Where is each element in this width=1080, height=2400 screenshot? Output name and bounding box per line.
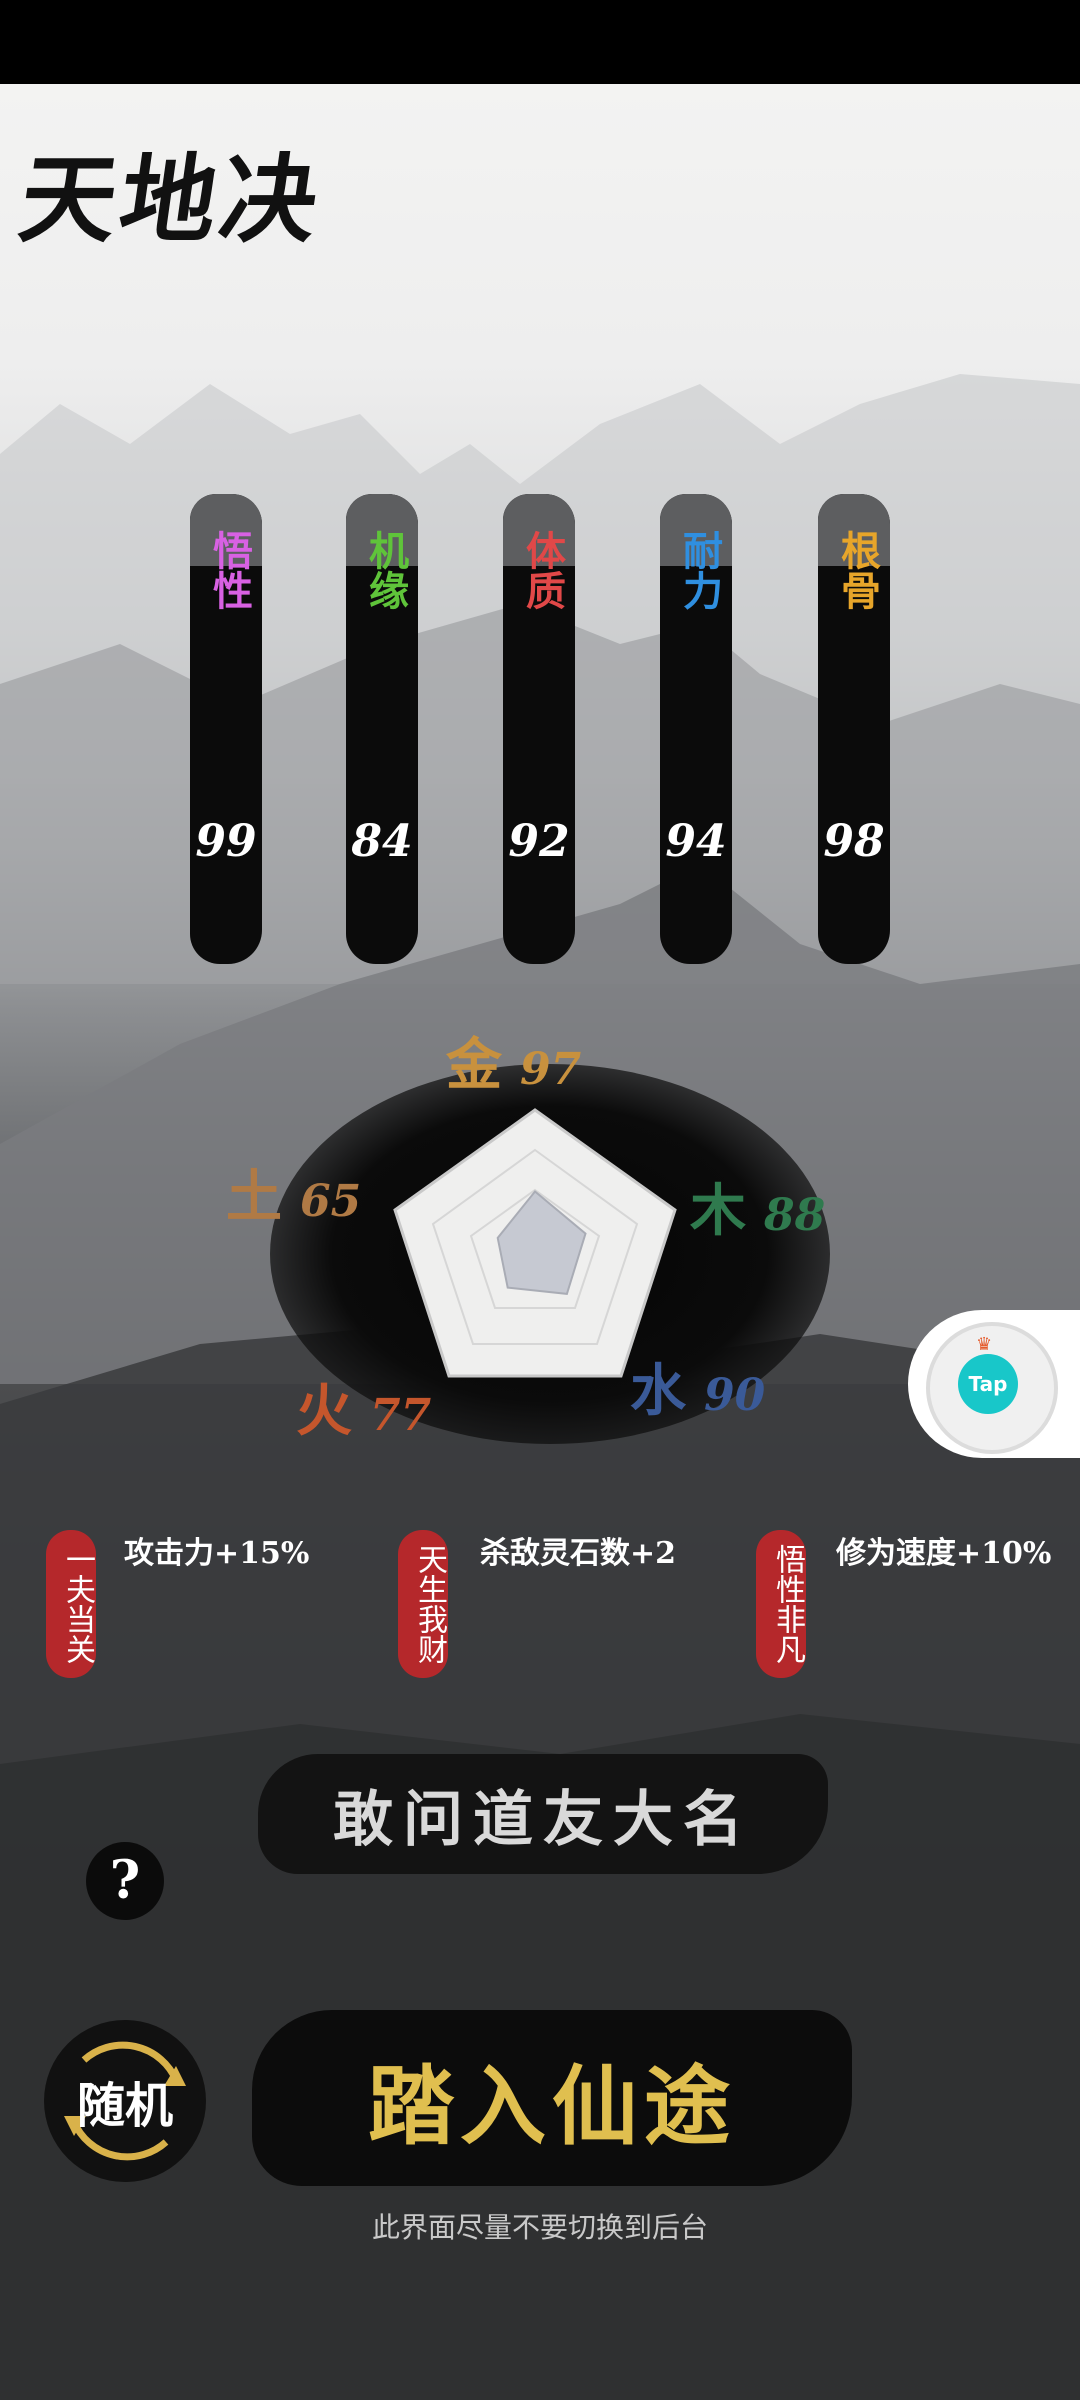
trait-badge[interactable]: 天生我财 — [398, 1530, 448, 1678]
stat-value: 94 — [665, 816, 727, 867]
stat-column-jiyuan: 机缘 84 — [346, 494, 418, 964]
game-title: 天地决 — [12, 143, 329, 256]
element-name: 木 — [690, 1178, 746, 1244]
element-name: 土 — [226, 1164, 282, 1230]
trait-effect: 修为速度+10% — [836, 1536, 1052, 1571]
stat-value: 98 — [823, 816, 885, 867]
element-value: 88 — [764, 1190, 826, 1241]
element-value: 77 — [370, 1390, 432, 1441]
random-label: 随机 — [76, 2078, 173, 2134]
element-name: 水 — [630, 1358, 686, 1424]
element-name: 火 — [296, 1378, 352, 1444]
help-button[interactable]: ? — [86, 1842, 164, 1920]
floating-taptap-button[interactable]: ♛ Tap — [908, 1310, 1080, 1458]
trait-badge[interactable]: 一夫当关 — [46, 1530, 96, 1678]
character-creation-screen: 天地决 悟性 99 机缘 84 体质 92 耐力 94 根骨 98 金 97 木8… — [0, 84, 1080, 2400]
trait-badge[interactable]: 悟性非凡 — [756, 1530, 806, 1678]
element-value: 90 — [704, 1370, 766, 1421]
stat-label: 耐力 — [676, 530, 723, 610]
enter-game-button[interactable]: 踏入仙途 — [252, 2010, 852, 2186]
stat-column-tizhi: 体质 92 — [503, 494, 575, 964]
stat-label: 根骨 — [834, 530, 881, 610]
stat-value: 84 — [351, 816, 413, 867]
element-name: 金 — [446, 1032, 502, 1098]
element-wood: 木 88 — [690, 1166, 825, 1247]
stat-label: 机缘 — [362, 530, 409, 610]
element-metal: 金 97 — [446, 1020, 581, 1101]
hint-text: 此界面尽量不要切换到后台 — [371, 2211, 708, 2244]
element-value: 97 — [520, 1044, 582, 1095]
random-button[interactable]: 随机 — [44, 2020, 206, 2182]
element-water: 水 90 — [630, 1346, 765, 1427]
crown-icon: ♛ — [976, 1334, 993, 1355]
stat-column-naili: 耐力 94 — [660, 494, 732, 964]
name-input[interactable]: 敢问道友大名 — [258, 1754, 828, 1874]
stat-value: 92 — [508, 816, 570, 867]
stat-column-gengu: 根骨 98 — [818, 494, 890, 964]
trait-effect: 攻击力+15% — [124, 1536, 310, 1571]
stat-value: 99 — [195, 816, 257, 867]
trait-effect: 杀敌灵石数+2 — [480, 1536, 677, 1571]
element-earth: 土 65 — [226, 1152, 361, 1233]
stat-label: 体质 — [519, 530, 566, 610]
element-value: 65 — [300, 1176, 362, 1227]
stat-column-wuxing: 悟性 99 — [190, 494, 262, 964]
stat-label: 悟性 — [206, 530, 253, 610]
status-bar — [0, 0, 1080, 84]
taptap-icon: Tap — [958, 1354, 1018, 1414]
element-fire: 火 77 — [296, 1366, 431, 1447]
